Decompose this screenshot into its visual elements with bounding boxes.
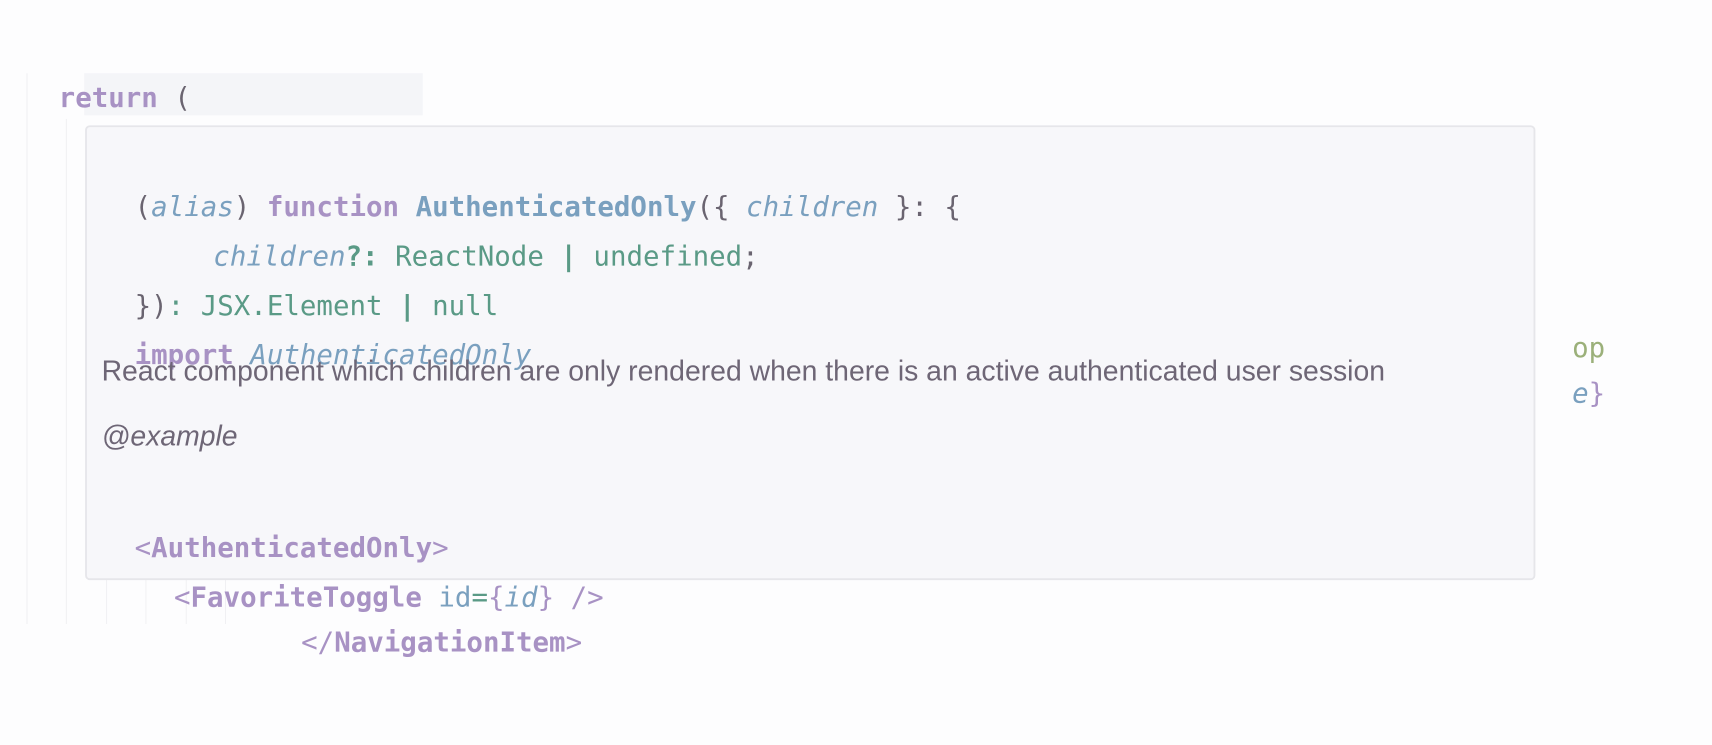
union-pipe: |: [560, 240, 577, 273]
code-line-open-tag: <AuthenticatedOnly>: [66, 70, 413, 160]
brace: }: [537, 581, 555, 614]
example-line-2: <FavoriteToggle id={id} />: [141, 524, 604, 614]
attr-equals: =: [471, 581, 488, 614]
doc-description: React component which children are only …: [101, 355, 1386, 388]
punctuation: }:: [894, 191, 928, 224]
prop-type: undefined: [593, 240, 743, 273]
attr-name: id: [438, 581, 472, 614]
tag-name: FavoriteToggle: [190, 581, 422, 614]
tag-gt: >: [565, 626, 583, 659]
code-line-right-overflow-1: op: [1539, 275, 1605, 364]
indent-guide: [65, 118, 67, 625]
code-line-return: return (: [26, 25, 191, 114]
punctuation: {: [944, 191, 961, 224]
tag-lt: <: [173, 581, 191, 614]
signature-line-3: }): JSX.Element | null: [102, 232, 499, 322]
signature-line-1: (alias) function AuthenticatedOnly({ chi…: [102, 134, 961, 223]
attr-value: id: [504, 581, 538, 614]
indent-guide: [26, 73, 28, 625]
doc-example-tag: @example: [101, 419, 238, 453]
param-name: children: [746, 191, 879, 224]
example-line-1: <AuthenticatedOnly>: [102, 475, 449, 565]
tag-name-navigation-item: NavigationItem: [334, 626, 566, 659]
tag-close-lt: </: [301, 626, 335, 659]
signature-line-2: children?: ReactNode | undefined;: [180, 183, 758, 273]
overflow-ident: e: [1572, 377, 1589, 410]
code-line-right-overflow-2: e}: [1539, 320, 1605, 410]
paren: (: [134, 191, 152, 224]
brace: {: [487, 581, 505, 614]
tag-selfclose: />: [570, 581, 604, 614]
overflow-brace: }: [1588, 377, 1606, 410]
import-line: import AuthenticatedOnly: [102, 282, 532, 371]
semicolon: ;: [742, 240, 759, 273]
